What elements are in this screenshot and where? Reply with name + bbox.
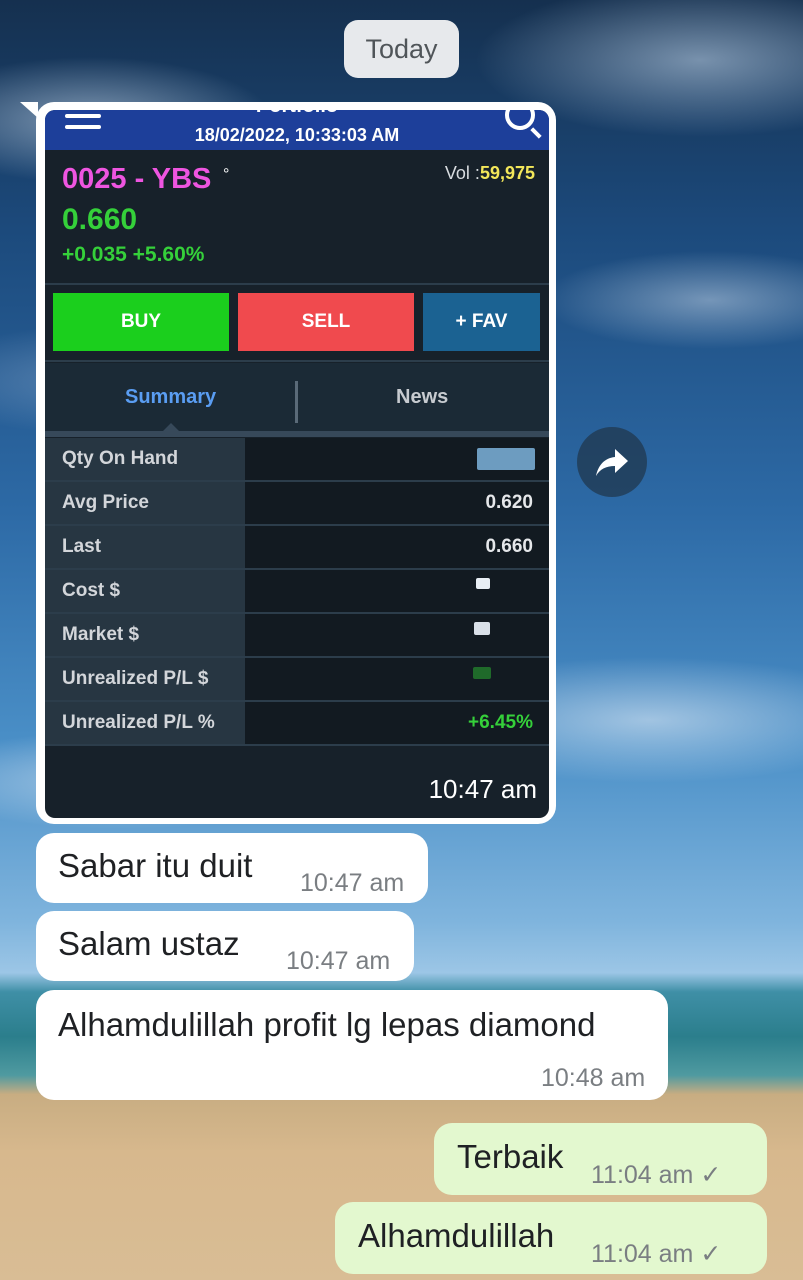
table-row: Unrealized P/L $ [45,658,549,702]
row-value: 0.620 [245,482,549,524]
volume-label: Vol : [444,163,480,183]
row-label: Unrealized P/L % [45,702,245,744]
message-time-text: 11:04 am [591,1240,694,1268]
message-time: 10:48 am [541,1064,646,1092]
fav-button: + FAV [423,293,540,351]
message-bubble[interactable]: Alhamdulillah profit lg lepas diamond 10… [36,990,668,1100]
message-text: Terbaik [457,1138,564,1175]
tab-summary: Summary [125,386,217,408]
app-title: Portfolio [45,110,549,118]
table-row: Cost $ [45,570,549,614]
message-text: Alhamdulillah profit lg lepas diamond [58,1006,596,1043]
stock-ticker: 0025 - YBS [62,163,212,195]
sell-button: SELL [238,293,414,351]
row-label: Avg Price [45,482,245,524]
table-row: Last 0.660 [45,526,549,570]
message-text: Salam ustaz [58,925,240,962]
table-row: Qty On Hand [45,438,549,482]
bubble-tail [20,102,38,118]
row-label: Market $ [45,614,245,656]
row-label: Unrealized P/L $ [45,658,245,700]
buy-button: BUY [53,293,229,351]
price-change: +0.035 +5.60% [62,243,205,266]
message-bubble-outgoing[interactable]: Alhamdulillah 11:04 am ✓ [335,1202,767,1274]
image-message-bubble[interactable]: Portfolio 18/02/2022, 10:33:03 AM 0025 -… [20,102,556,824]
message-time: 10:47 am [286,947,391,975]
message-time: 11:04 am ✓ [591,1160,721,1190]
table-row: Unrealized P/L % +6.45% [45,702,549,746]
row-label: Qty On Hand [45,438,245,480]
redaction-blur [477,448,535,470]
divider [45,283,549,285]
forward-button[interactable] [577,427,647,497]
row-value [245,614,549,656]
row-value [245,438,549,480]
tab-divider [295,381,298,423]
check-icon: ✓ [700,1161,722,1189]
row-label: Cost $ [45,570,245,612]
check-icon: ✓ [700,1240,722,1268]
stock-price: 0.660 [62,203,138,236]
forward-arrow-icon [596,449,628,476]
row-value [245,658,549,700]
tab-news: News [396,386,449,408]
redaction-blur [474,622,490,635]
image-timestamp: 10:47 am [428,774,537,804]
message-time: 11:04 am ✓ [591,1239,721,1269]
tab-bar: Summary News [45,363,549,431]
volume: Vol :59,975 [445,163,535,184]
row-value [245,570,549,612]
message-bubble[interactable]: Salam ustaz 10:47 am [36,911,414,981]
volume-value: 59,975 [479,163,535,183]
message-bubble-outgoing[interactable]: Terbaik 11:04 am ✓ [434,1123,767,1195]
message-text: Sabar itu duit [58,847,253,884]
app-header: Portfolio 18/02/2022, 10:33:03 AM [45,110,549,150]
message-time-text: 11:04 am [591,1161,694,1189]
row-label: Last [45,526,245,568]
message-bubble[interactable]: Sabar itu duit 10:47 am [36,833,428,903]
ticker-marker: ° [223,166,230,183]
row-value: +6.45% [245,702,549,744]
message-time: 10:47 am [300,869,405,897]
redaction-blur [473,667,491,679]
table-row: Market $ [45,614,549,658]
divider [45,360,549,362]
tab-underline [45,431,549,437]
date-chip: Today [344,20,459,78]
message-text: Alhamdulillah [358,1217,555,1254]
shared-screenshot[interactable]: Portfolio 18/02/2022, 10:33:03 AM 0025 -… [45,110,549,818]
table-row: Avg Price 0.620 [45,482,549,526]
redaction-blur [476,578,490,589]
header-datetime: 18/02/2022, 10:33:03 AM [194,125,400,145]
row-value: 0.660 [245,526,549,568]
